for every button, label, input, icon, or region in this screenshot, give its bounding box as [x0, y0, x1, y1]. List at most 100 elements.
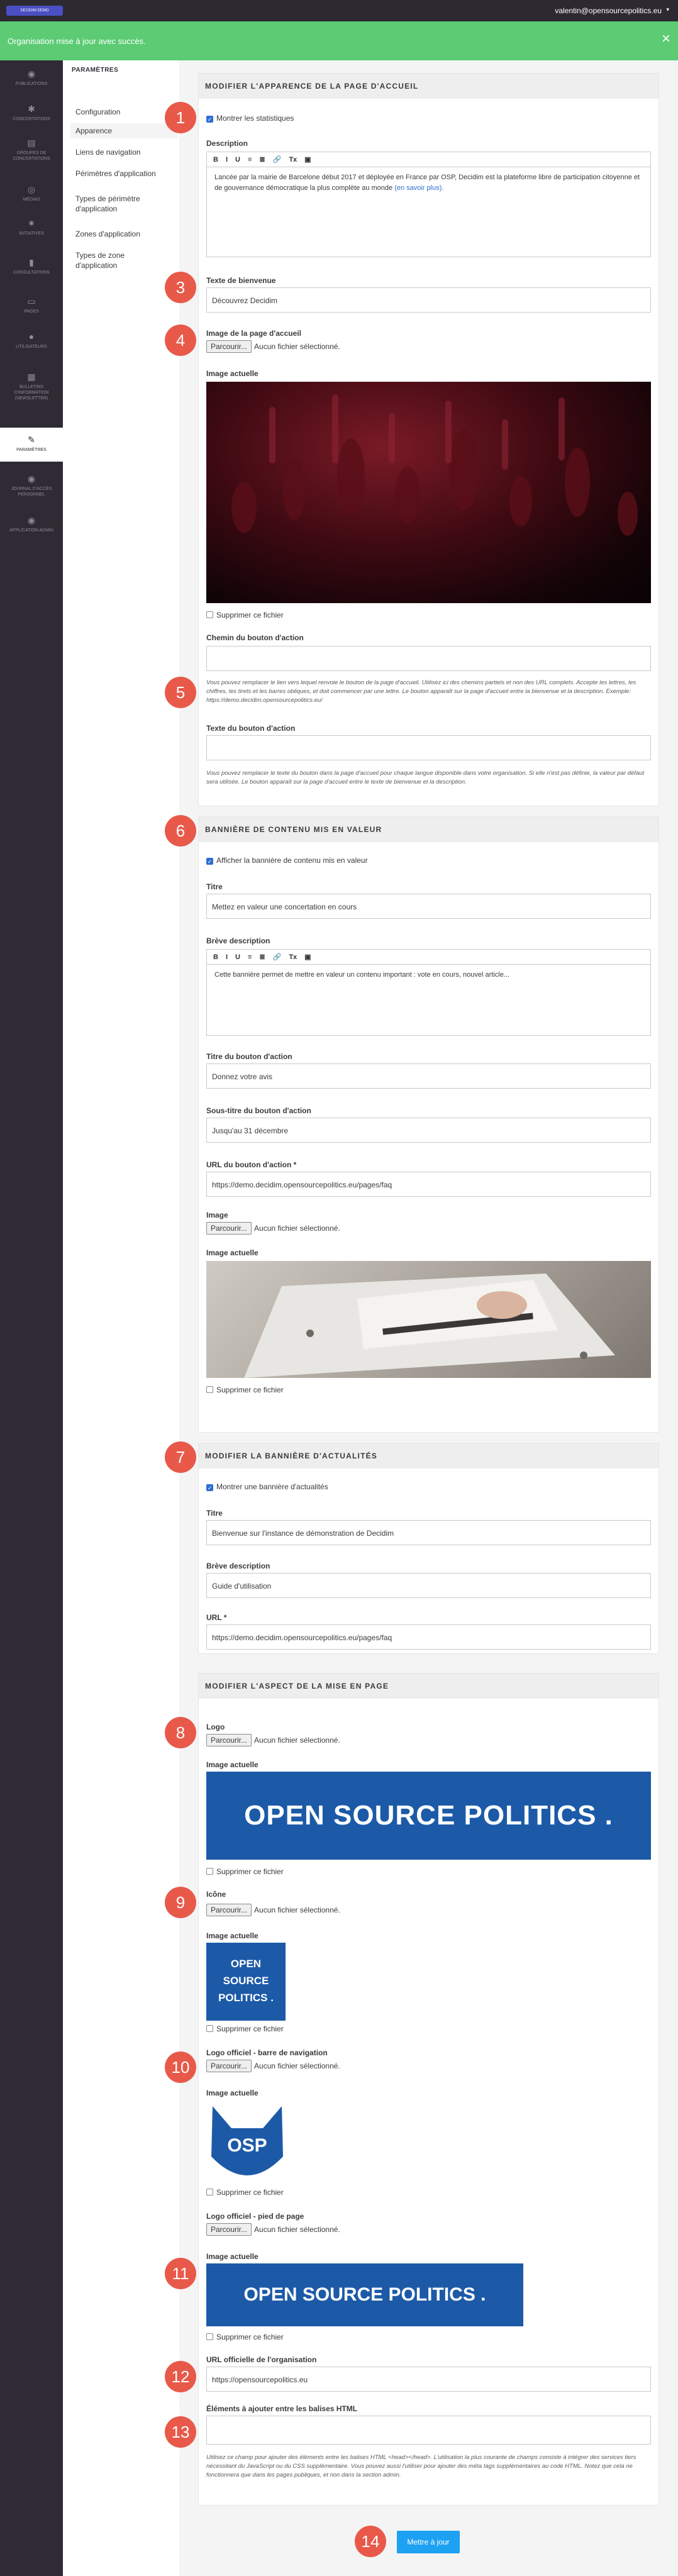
remove-file-checkbox[interactable]: Supprimer ce fichier	[206, 1385, 284, 1394]
annotation-marker: 10	[165, 2051, 196, 2083]
file-status: Aucun fichier sélectionné.	[254, 2062, 340, 2070]
browse-button[interactable]: Parcourir...	[206, 1904, 252, 1916]
subnav-link-apparence[interactable]: Apparence	[70, 123, 177, 138]
link-icon[interactable]: 🔗	[273, 152, 282, 167]
sidebar-item-concertations[interactable]: ✱ CONCERTATIONS	[0, 103, 63, 122]
current-image-label: Image actuelle	[206, 1931, 258, 1940]
org-url-input[interactable]: https://opensourcepolitics.eu	[206, 2367, 651, 2392]
underline-icon[interactable]: U	[235, 152, 240, 167]
cta-text-input[interactable]	[206, 735, 651, 760]
checkbox-unchecked-icon[interactable]	[206, 2189, 213, 2196]
subnav-link-types-perimetre[interactable]: Types de périmètre d'application	[75, 194, 157, 214]
cta-path-input[interactable]	[206, 646, 651, 671]
short-description-editor[interactable]: B I U ≡ ≣ 🔗 Tx ▣ Cette bannière permet de mettr…	[206, 949, 651, 1036]
sidebar-item-parametres[interactable]: ✎ PARAMÈTRES	[0, 428, 63, 462]
checkbox-unchecked-icon[interactable]	[206, 2025, 213, 2032]
header-html-textarea[interactable]	[206, 2416, 651, 2445]
video-icon[interactable]: ▣	[304, 950, 311, 965]
checkbox-unchecked-icon[interactable]	[206, 611, 213, 618]
browse-button[interactable]: Parcourir...	[206, 2223, 252, 2236]
bold-icon[interactable]: B	[213, 950, 218, 965]
remove-file-checkbox[interactable]: Supprimer ce fichier	[206, 2333, 284, 2341]
underline-icon[interactable]: U	[235, 950, 240, 965]
sidebar-item-label: PAGES	[24, 309, 39, 314]
link-icon[interactable]: 🔗	[273, 950, 282, 965]
news-enable-checkbox[interactable]: ✓ Montrer une bannière d'actualités	[206, 1482, 328, 1491]
browse-button[interactable]: Parcourir...	[206, 340, 252, 353]
sidebar-item-label: CONSULTATIONS	[13, 270, 50, 275]
highlighted-enable-checkbox[interactable]: ✓ Afficher la bannière de contenu mis en …	[206, 856, 368, 865]
browse-button[interactable]: Parcourir...	[206, 1222, 252, 1235]
sidebar-item-groupes[interactable]: ▤ GROUPES DE CONCERTATIONS	[0, 137, 63, 162]
bullet-list-icon[interactable]: ≣	[259, 152, 265, 167]
sidebar-item-consultations[interactable]: ▮ CONSULTATIONS	[0, 257, 63, 275]
bullet-list-icon[interactable]: ≣	[259, 950, 265, 965]
remove-file-checkbox[interactable]: Supprimer ce fichier	[206, 2188, 284, 2197]
app-logo[interactable]: DECIDIM DEMO	[6, 6, 63, 16]
checkbox-unchecked-icon[interactable]	[206, 2333, 213, 2340]
subnav-link-configuration[interactable]: Configuration	[75, 107, 176, 117]
show-stats-checkbox[interactable]: ✓ Montrer les statistiques	[206, 114, 294, 123]
description-editor[interactable]: B I U ≡ ≣ 🔗 Tx ▣ Lancée par la mairie de Barcel…	[206, 152, 651, 257]
ordered-list-icon[interactable]: ≡	[248, 950, 252, 965]
remove-file-checkbox[interactable]: Supprimer ce fichier	[206, 2024, 284, 2033]
action-url-input[interactable]: https://demo.decidim.opensourcepolitics.…	[206, 1172, 651, 1197]
homepage-image-file[interactable]: Parcourir... Aucun fichier sélectionné.	[206, 340, 340, 353]
close-icon[interactable]: ×	[662, 31, 670, 47]
sidebar-item-pages[interactable]: ▭ PAGES	[0, 296, 63, 314]
remove-file-checkbox[interactable]: Supprimer ce fichier	[206, 1867, 284, 1876]
checkbox-unchecked-icon[interactable]	[206, 1386, 213, 1393]
description-link[interactable]: (en savoir plus).	[394, 184, 443, 192]
short-description-label: Brève description	[206, 1562, 270, 1570]
checkbox-unchecked-icon[interactable]	[206, 1868, 213, 1875]
browse-button[interactable]: Parcourir...	[206, 1734, 252, 1746]
sidebar-item-medias[interactable]: ◎ MÉDIAS	[0, 184, 63, 203]
welcome-input[interactable]: Découvrez Decidim	[206, 287, 651, 313]
sidebar-item-newsletter[interactable]: ▦ BULLETINS D'INFORMATION (NEWSLETTER)	[0, 371, 63, 401]
chat-icon: ▮	[29, 257, 34, 267]
subnav-link-liens[interactable]: Liens de navigation	[75, 147, 176, 157]
sidebar-item-application-admin[interactable]: ◉ APPLICATION ADMIN	[0, 514, 63, 533]
news-banner-panel: MODIFIER LA BANNIÈRE D'ACTUALITÉS ✓ Montr…	[198, 1443, 659, 1654]
footer-logo-file[interactable]: Parcourir... Aucun fichier sélectionné.	[206, 2223, 340, 2236]
icon-file[interactable]: Parcourir... Aucun fichier sélectionné.	[206, 1904, 340, 1916]
bold-icon[interactable]: B	[213, 152, 218, 167]
subnav-link-zones[interactable]: Zones d'application	[75, 229, 176, 239]
editor-content[interactable]: Lancée par la mairie de Barcelone début …	[207, 167, 650, 199]
checkbox-checked-icon[interactable]: ✓	[206, 116, 213, 123]
logo-file[interactable]: Parcourir... Aucun fichier sélectionné.	[206, 1734, 340, 1746]
sidebar-item-utilisateurs[interactable]: ● UTILISATEURS	[0, 331, 63, 350]
chevron-down-icon[interactable]: ▾	[666, 6, 669, 13]
user-menu[interactable]: valentin@opensourcepolitics.eu	[555, 6, 662, 15]
sidebar-item-label: CONCERTATIONS	[13, 117, 50, 121]
editor-content[interactable]: Cette bannière permet de mettre en valeu…	[207, 965, 650, 985]
remove-file-checkbox[interactable]: Supprimer ce fichier	[206, 611, 284, 619]
checkbox-checked-icon[interactable]: ✓	[206, 1484, 213, 1491]
action-title-input[interactable]: Donnez votre avis	[206, 1063, 651, 1089]
sidebar-item-initiatives[interactable]: ✷ INITIATIVES	[0, 218, 63, 236]
sidebar-item-journal[interactable]: ◉ JOURNAL D'ACCÈS PERSONNEL	[0, 473, 63, 497]
annotation-marker: 3	[165, 272, 196, 303]
url-input[interactable]: https://demo.decidim.opensourcepolitics.…	[206, 1624, 651, 1650]
italic-icon[interactable]: I	[226, 950, 228, 965]
clear-format-icon[interactable]: Tx	[289, 152, 297, 167]
title-input[interactable]: Mettez en valeur une concertation en cou…	[206, 894, 651, 919]
video-icon[interactable]: ▣	[304, 152, 311, 167]
update-button[interactable]: Mettre à jour	[397, 2531, 460, 2553]
annotation-marker: 7	[165, 1441, 196, 1473]
short-description-input[interactable]: Guide d'utilisation	[206, 1573, 651, 1598]
action-subtitle-input[interactable]: Jusqu'au 31 décembre	[206, 1118, 651, 1143]
title-input[interactable]: Bienvenue sur l'instance de démonstratio…	[206, 1520, 651, 1545]
clear-format-icon[interactable]: Tx	[289, 950, 297, 965]
subnav-link-perimetres[interactable]: Périmètres d'application	[75, 169, 176, 179]
sidebar-item-publications[interactable]: ◉ PUBLICATIONS	[0, 68, 63, 87]
checkbox-checked-icon[interactable]: ✓	[206, 858, 213, 865]
cta-text-help: Vous pouvez remplacer le texte du bouton…	[206, 770, 645, 786]
checkbox-label: Afficher la bannière de contenu mis en v…	[216, 856, 368, 865]
italic-icon[interactable]: I	[226, 152, 228, 167]
browse-button[interactable]: Parcourir...	[206, 2060, 252, 2072]
ordered-list-icon[interactable]: ≡	[248, 152, 252, 167]
nav-logo-file[interactable]: Parcourir... Aucun fichier sélectionné.	[206, 2060, 340, 2072]
highlighted-image-file[interactable]: Parcourir... Aucun fichier sélectionné.	[206, 1222, 340, 1235]
subnav-link-types-zone[interactable]: Types de zone d'application	[75, 250, 145, 270]
